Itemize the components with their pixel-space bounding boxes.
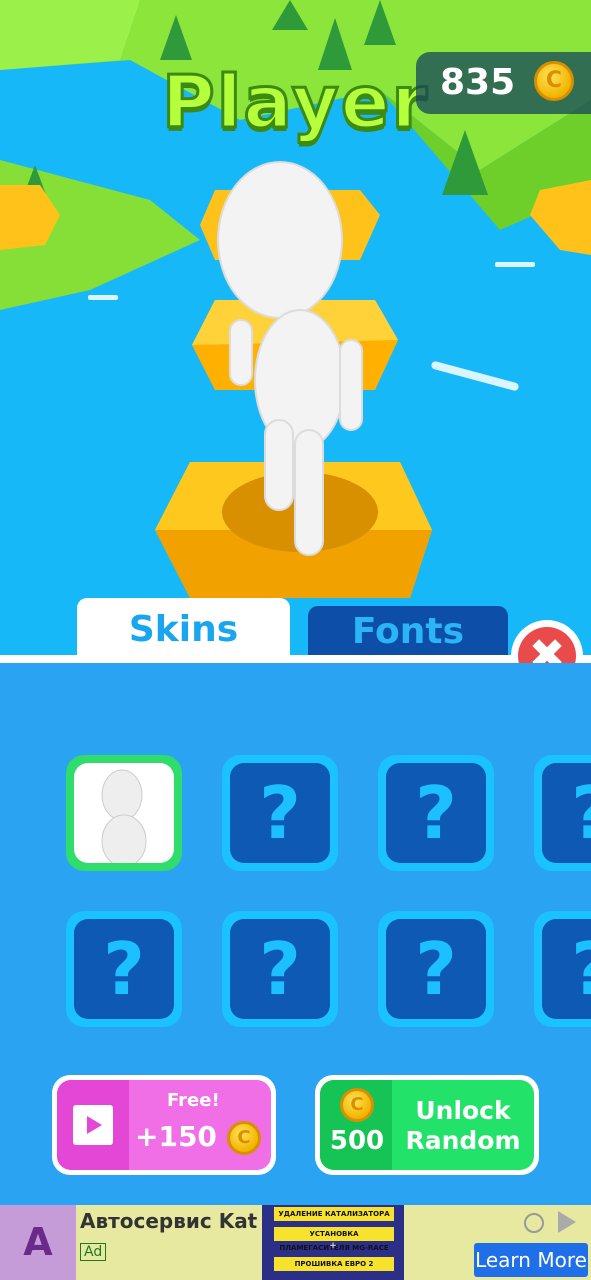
ad-info-icon[interactable] bbox=[524, 1213, 544, 1233]
skin-slot-locked[interactable]: ? bbox=[66, 911, 182, 1027]
ad-image-plus: + bbox=[329, 1241, 337, 1251]
free-coins-button[interactable]: Free! +150 C bbox=[52, 1075, 276, 1175]
character-skin-icon bbox=[101, 769, 147, 868]
locked-question-icon: ? bbox=[230, 919, 330, 1019]
skin-slot-locked[interactable]: ? bbox=[378, 755, 494, 871]
unlock-random-button[interactable]: C 500 Unlock Random bbox=[315, 1075, 539, 1175]
coin-icon: C bbox=[534, 61, 574, 101]
locked-question-icon: ? bbox=[74, 919, 174, 1019]
free-amount: +150 bbox=[135, 1120, 217, 1153]
advertiser-logo: A bbox=[0, 1205, 76, 1280]
ad-image-line: УДАЛЕНИЕ КАТАЛИЗАТОРА bbox=[274, 1207, 394, 1221]
unlock-label-line1: Unlock bbox=[415, 1096, 511, 1125]
ad-image: УДАЛЕНИЕ КАТАЛИЗАТОРА УСТАНОВКА ПЛАМЕГАС… bbox=[262, 1205, 404, 1280]
game-scene: Player 835 C bbox=[0, 0, 591, 655]
skin-slot-selected[interactable] bbox=[66, 755, 182, 871]
free-label: Free! bbox=[167, 1090, 220, 1111]
tab-divider bbox=[0, 655, 591, 663]
ad-banner[interactable]: A Автосервис Kat Ad УДАЛЕНИЕ КАТАЛИЗАТОР… bbox=[0, 1205, 591, 1280]
coin-icon: C bbox=[340, 1088, 374, 1122]
coin-balance: 835 C bbox=[416, 52, 591, 114]
skin-preview bbox=[74, 763, 174, 868]
locked-question-icon: ? bbox=[230, 763, 330, 863]
coin-icon: C bbox=[227, 1121, 261, 1155]
skin-slot-locked[interactable]: ? bbox=[534, 755, 591, 871]
skin-slot-locked[interactable]: ? bbox=[378, 911, 494, 1027]
skin-slot-locked[interactable]: ? bbox=[222, 911, 338, 1027]
video-icon bbox=[57, 1080, 129, 1170]
locked-question-icon: ? bbox=[386, 919, 486, 1019]
locked-question-icon: ? bbox=[542, 919, 591, 1019]
tab-skins[interactable]: Skins bbox=[77, 598, 290, 658]
locked-question-icon: ? bbox=[386, 763, 486, 863]
learn-more-button[interactable]: Learn More bbox=[474, 1243, 588, 1277]
unlock-label-line2: Random bbox=[405, 1126, 521, 1155]
tab-bar: Skins Fonts bbox=[0, 598, 591, 660]
ad-badge: Ad bbox=[80, 1243, 107, 1261]
ad-image-line: УСТАНОВКА ПЛАМЕГАСИТЕЛЯ MG-RACE bbox=[274, 1227, 394, 1252]
ad-choices-icon[interactable] bbox=[558, 1211, 576, 1233]
skin-slot-locked[interactable]: ? bbox=[222, 755, 338, 871]
tab-fonts[interactable]: Fonts bbox=[308, 606, 508, 658]
skin-slot-locked[interactable]: ? bbox=[534, 911, 591, 1027]
ad-image-line: ПРОШИВКА ЕВРО 2 bbox=[274, 1257, 394, 1271]
coin-amount: 835 bbox=[440, 62, 516, 103]
ad-title: Автосервис Kat bbox=[80, 1209, 258, 1233]
unlock-price: 500 bbox=[329, 1126, 385, 1156]
locked-question-icon: ? bbox=[542, 763, 591, 863]
